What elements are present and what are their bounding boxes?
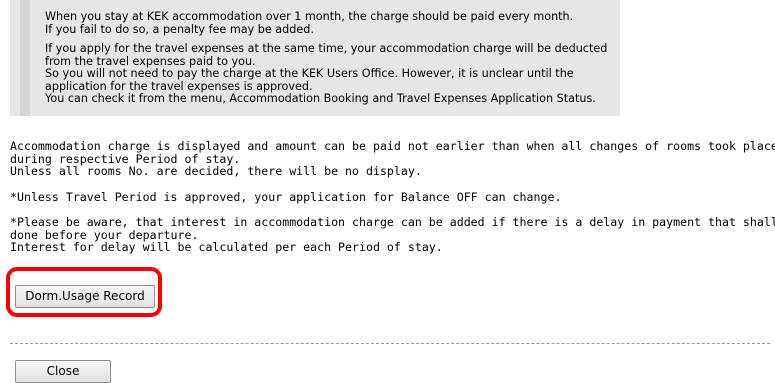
info-line: *Unless Travel Period is approved, your …	[10, 189, 562, 204]
dashed-divider	[10, 343, 770, 344]
info-line: Unless all rooms No. are decided, there …	[10, 164, 422, 178]
notice-side-bar	[20, 0, 30, 116]
info-line: *Please be aware, that interest in accom…	[10, 215, 775, 229]
info-line: Accommodation charge is displayed and am…	[10, 139, 775, 153]
info-line: Interest for delay will be calculated pe…	[10, 240, 443, 254]
notice-content: When you stay at KEK accommodation over …	[45, 10, 608, 113]
notice-line: You can check it from the menu, Accommod…	[45, 92, 596, 105]
notice-line: So you will not need to pay the charge a…	[45, 67, 574, 80]
dorm-usage-record-button[interactable]: Dorm.Usage Record	[15, 285, 155, 308]
notice-line: If you fail to do so, a penalty fee may …	[45, 22, 314, 36]
notice-paragraph-monthly-payment: When you stay at KEK accommodation over …	[45, 10, 607, 36]
info-paragraph-interest: *Please be aware, that interest in accom…	[10, 215, 775, 254]
notice-box: When you stay at KEK accommodation over …	[10, 0, 620, 116]
notice-paragraph-travel-expenses: If you apply for the travel expenses at …	[45, 42, 608, 106]
notice-line: If you apply for the travel expenses at …	[45, 42, 608, 55]
close-button[interactable]: Close	[15, 360, 111, 383]
accommodation-charge-info: Accommodation charge is displayed and am…	[10, 139, 775, 267]
notice-line: When you stay at KEK accommodation over …	[45, 10, 574, 23]
info-paragraph-display-conditions: Accommodation charge is displayed and am…	[10, 139, 775, 178]
info-paragraph-balance-off: *Unless Travel Period is approved, your …	[10, 189, 770, 204]
